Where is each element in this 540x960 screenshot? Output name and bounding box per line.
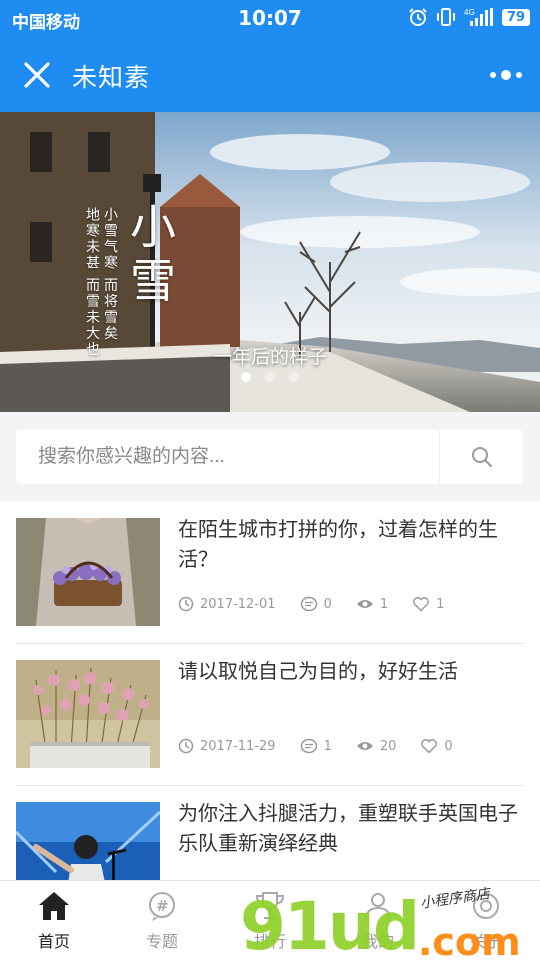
article-likes: 0 xyxy=(420,738,453,754)
banner-vertical-text: 小雪气寒 而将雪矣 xyxy=(102,207,118,342)
article-comments: 1 xyxy=(300,738,332,754)
comment-count: 0 xyxy=(323,596,332,612)
battery-indicator: 79 xyxy=(501,8,530,26)
view-count: 20 xyxy=(379,738,397,754)
svg-text:#: # xyxy=(156,897,169,915)
clock-icon xyxy=(178,596,194,612)
watermark-domain: .com xyxy=(418,920,521,960)
article-views: 20 xyxy=(356,738,397,754)
eye-icon xyxy=(356,742,373,750)
article-views: 1 xyxy=(356,597,388,612)
home-icon xyxy=(39,891,69,920)
heart-icon xyxy=(421,739,438,754)
view-count: 1 xyxy=(379,596,389,612)
svg-text:4G: 4G xyxy=(464,8,475,17)
search-button[interactable] xyxy=(439,430,523,484)
eye-icon xyxy=(356,600,373,608)
article-item[interactable]: 在陌生城市打拼的你，过着怎样的生活？ 2017-12-01 0 1 1 xyxy=(16,502,524,644)
more-dot-icon xyxy=(516,72,522,78)
article-item[interactable]: 请以取悦自己为目的，好好生活 2017-11-29 1 20 0 xyxy=(16,644,524,786)
article-item[interactable]: 为你注入抖腿活力，重塑联手英国电子乐队重新演绎经典 xyxy=(16,786,524,880)
date-text: 2017-11-29 xyxy=(200,738,276,754)
banner-vertical-text: 地寒未甚 而雪未大也 xyxy=(84,207,100,358)
banner-carousel[interactable]: 地寒未甚 而雪未大也 小雪气寒 而将雪矣 小雪 一年后的样子 xyxy=(0,112,540,412)
comment-icon xyxy=(300,738,317,754)
topic-icon: # xyxy=(149,891,175,921)
article-date: 2017-11-29 xyxy=(178,738,276,754)
search-icon xyxy=(471,447,492,467)
alarm-icon xyxy=(409,8,427,26)
article-likes: 1 xyxy=(412,596,444,612)
flower-basket-image xyxy=(16,518,160,626)
article-thumbnail[interactable] xyxy=(16,660,160,768)
article-list: 在陌生城市打拼的你，过着怎样的生活？ 2017-12-01 0 1 1 请以取悦… xyxy=(0,502,540,880)
status-icons: 4G 79 xyxy=(408,7,530,27)
vibrate-icon xyxy=(436,8,455,26)
status-bar: 中国移动 10:07 4G 79 xyxy=(0,0,540,38)
heather-plant-image xyxy=(16,660,160,768)
close-button[interactable] xyxy=(18,56,56,94)
carousel-indicator xyxy=(0,372,540,382)
like-count: 1 xyxy=(436,596,445,612)
carousel-dot[interactable] xyxy=(289,372,299,382)
more-menu-button[interactable] xyxy=(490,66,522,84)
tab-home[interactable]: 首页 xyxy=(0,881,108,960)
comment-icon xyxy=(300,596,317,612)
banner-caption: 一年后的样子 xyxy=(212,346,327,368)
more-dot-icon xyxy=(490,72,496,78)
article-meta: 2017-12-01 0 1 1 xyxy=(178,596,468,612)
tab-label: 首页 xyxy=(37,931,70,951)
date-text: 2017-12-01 xyxy=(200,596,276,612)
banner-headline: 小雪 xyxy=(130,200,176,308)
article-meta: 2017-11-29 1 20 0 xyxy=(178,738,477,754)
article-title[interactable]: 为你注入抖腿活力，重塑联手英国电子乐队重新演绎经典 xyxy=(178,798,518,858)
article-thumbnail[interactable] xyxy=(16,802,160,880)
tab-topics[interactable]: # 专题 xyxy=(108,881,216,960)
search-input[interactable] xyxy=(16,430,436,484)
page-title: 未知素 xyxy=(72,63,151,92)
search-section xyxy=(0,412,540,502)
article-thumbnail[interactable] xyxy=(16,518,160,626)
comment-count: 1 xyxy=(323,738,332,754)
tab-label: 专题 xyxy=(145,931,178,951)
watermark-logo: 91ud xyxy=(240,888,420,960)
carousel-dot[interactable] xyxy=(241,372,251,382)
nav-bar: 未知素 xyxy=(0,38,540,112)
search-bar xyxy=(16,430,523,484)
carousel-dot[interactable] xyxy=(265,372,275,382)
heart-icon xyxy=(413,597,430,612)
signal-icon: 4G xyxy=(464,8,493,26)
like-count: 0 xyxy=(444,738,453,754)
clock-icon xyxy=(178,738,194,754)
more-dot-icon xyxy=(501,70,511,80)
article-title[interactable]: 在陌生城市打拼的你，过着怎样的生活？ xyxy=(178,514,518,574)
concert-image xyxy=(16,802,160,880)
article-date: 2017-12-01 xyxy=(178,596,276,612)
article-comments: 0 xyxy=(300,596,332,612)
close-icon xyxy=(24,62,50,88)
article-title[interactable]: 请以取悦自己为目的，好好生活 xyxy=(178,656,518,686)
